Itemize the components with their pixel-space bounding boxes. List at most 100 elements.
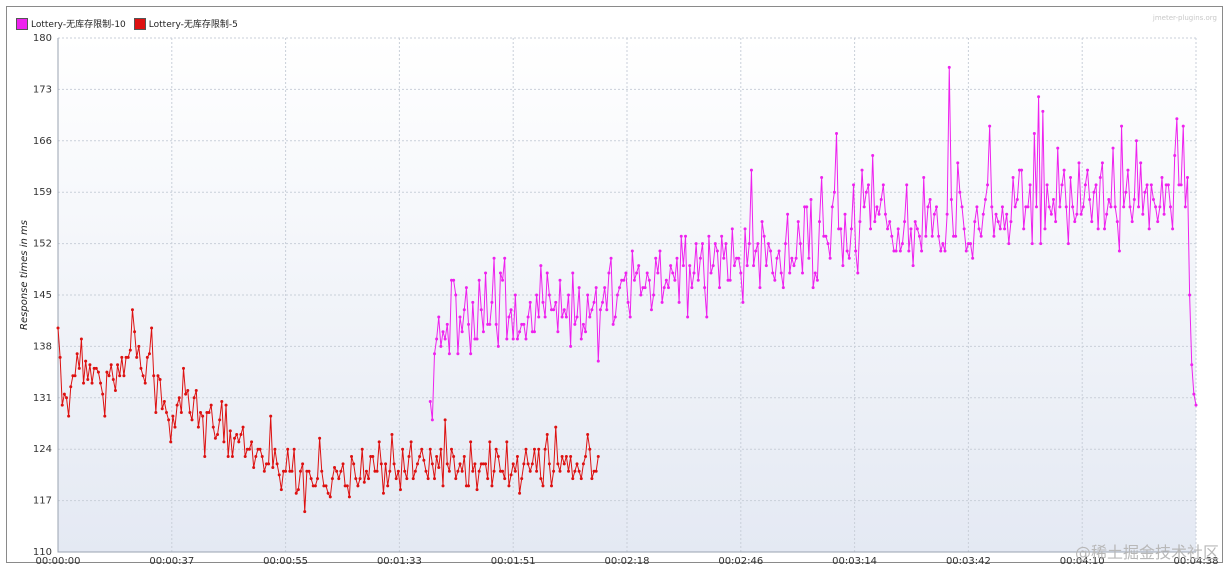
data-point <box>73 374 77 378</box>
data-point <box>877 212 881 216</box>
data-point <box>513 469 517 473</box>
data-point <box>1007 242 1011 246</box>
data-point <box>398 488 402 492</box>
data-point <box>656 271 660 275</box>
data-point <box>690 286 694 290</box>
data-point <box>1022 227 1026 231</box>
data-point <box>303 510 307 514</box>
data-point <box>586 293 590 297</box>
data-point <box>743 227 747 231</box>
data-point <box>917 234 921 238</box>
data-point <box>179 410 183 414</box>
data-point <box>1134 139 1138 143</box>
data-point <box>433 352 436 356</box>
data-point <box>586 433 590 437</box>
data-point <box>575 315 579 319</box>
data-point <box>520 477 524 481</box>
data-point <box>764 264 768 268</box>
data-point <box>428 399 432 403</box>
data-point <box>437 315 441 319</box>
data-point <box>488 322 492 326</box>
data-point <box>1071 205 1075 209</box>
data-point <box>973 220 977 224</box>
data-point <box>554 425 558 429</box>
y-tick-label: 159 <box>33 187 52 198</box>
data-point <box>1160 176 1164 180</box>
data-point <box>860 168 864 172</box>
data-point <box>84 359 88 363</box>
data-point <box>439 447 443 451</box>
data-point <box>988 124 992 128</box>
data-point <box>1171 227 1175 231</box>
data-point <box>956 161 960 165</box>
data-point <box>1043 227 1047 231</box>
data-point <box>254 455 258 459</box>
data-point <box>335 469 339 473</box>
data-point <box>1151 198 1155 202</box>
data-point <box>1192 392 1196 396</box>
data-point <box>581 322 585 326</box>
data-point <box>150 326 154 330</box>
data-point <box>94 366 98 370</box>
data-point <box>928 198 932 202</box>
data-point <box>511 462 515 466</box>
data-point <box>937 234 941 238</box>
data-point <box>1100 161 1104 165</box>
data-point <box>247 447 251 451</box>
y-tick-label: 145 <box>33 290 52 301</box>
data-point <box>392 462 396 466</box>
data-point <box>709 271 713 275</box>
data-point <box>1032 131 1036 135</box>
data-point <box>415 462 419 466</box>
data-point <box>737 256 741 260</box>
data-point <box>541 484 545 488</box>
data-point <box>511 337 515 341</box>
data-point <box>830 205 834 209</box>
data-point <box>477 469 481 473</box>
data-point <box>760 220 764 224</box>
data-point <box>588 315 592 319</box>
data-point <box>666 286 670 290</box>
data-point <box>1056 146 1060 150</box>
data-point <box>271 466 275 470</box>
data-point <box>1000 205 1004 209</box>
data-point <box>560 455 564 459</box>
data-point <box>484 462 488 466</box>
data-point <box>394 477 398 481</box>
data-point <box>526 315 530 319</box>
data-point <box>1143 190 1147 194</box>
data-point <box>915 227 919 231</box>
data-point <box>437 466 441 470</box>
data-point <box>377 440 381 444</box>
data-point <box>390 433 394 437</box>
data-point <box>964 249 968 253</box>
data-point <box>1045 183 1049 187</box>
data-point <box>396 469 400 473</box>
data-point <box>224 403 228 407</box>
data-point <box>826 242 830 246</box>
data-point <box>945 212 949 216</box>
data-point <box>647 278 651 282</box>
data-point <box>428 447 432 451</box>
data-point <box>930 234 934 238</box>
data-point <box>384 462 388 466</box>
data-point <box>762 234 766 238</box>
data-point <box>503 477 507 481</box>
data-point <box>409 440 413 444</box>
data-point <box>435 455 439 459</box>
data-point <box>318 436 322 440</box>
data-point <box>60 403 64 407</box>
data-point <box>694 242 698 246</box>
data-point <box>607 271 611 275</box>
data-point <box>515 455 519 459</box>
data-point <box>613 315 617 319</box>
data-point <box>86 377 90 381</box>
data-point <box>1005 212 1009 216</box>
data-point <box>458 462 462 466</box>
data-point <box>939 249 943 253</box>
data-point <box>841 264 845 268</box>
data-point <box>216 433 220 437</box>
data-point <box>171 414 175 418</box>
data-point <box>1109 205 1113 209</box>
data-point <box>1090 220 1094 224</box>
